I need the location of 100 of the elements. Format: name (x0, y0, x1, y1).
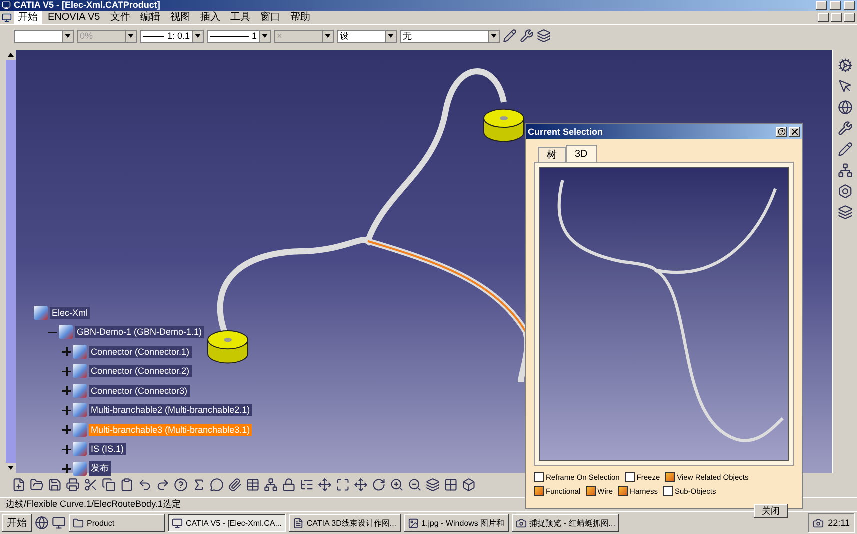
pan-icon[interactable] (354, 478, 368, 492)
paste-icon[interactable] (120, 478, 134, 492)
copy-icon[interactable] (102, 478, 116, 492)
tree-item[interactable]: Connector (Connector.1) (89, 346, 192, 358)
taskbar-button[interactable]: CATIA V5 - [Elec-Xml.CA... (168, 514, 286, 532)
maximize-button[interactable] (830, 1, 841, 10)
wrench-icon[interactable] (520, 29, 534, 43)
close-dialog-button[interactable]: 关闭 (754, 504, 788, 518)
dropdown[interactable] (14, 30, 74, 42)
lock-icon[interactable] (282, 478, 296, 492)
dropdown[interactable]: 设 (337, 30, 397, 42)
cube-icon[interactable] (462, 478, 476, 492)
bolt-icon[interactable] (838, 184, 852, 199)
menu-item[interactable]: 插入 (196, 11, 224, 24)
scroll-down-icon[interactable] (8, 466, 14, 470)
open-folder-icon[interactable] (30, 478, 44, 492)
taskbar-button[interactable]: 捕捉预览 - 红蜻蜓抓图... (512, 514, 620, 532)
save-icon[interactable] (48, 478, 62, 492)
caret-icon (262, 34, 268, 38)
new-file-icon[interactable] (12, 478, 26, 492)
tree-item[interactable]: 发布 (89, 461, 111, 476)
layers-icon[interactable] (838, 205, 852, 220)
close-button[interactable] (844, 13, 855, 22)
menu-item[interactable]: 工具 (226, 11, 254, 24)
move-icon[interactable] (318, 478, 332, 492)
fit-all-icon[interactable] (336, 478, 350, 492)
capture-icon (516, 518, 527, 528)
help-button[interactable] (776, 126, 787, 136)
caret-icon (325, 34, 331, 38)
minimize-button[interactable] (818, 13, 829, 22)
layers-icon[interactable] (537, 29, 551, 43)
product-icon (73, 422, 87, 437)
zoom-out-icon[interactable] (408, 478, 422, 492)
menu-item[interactable]: 帮助 (286, 11, 314, 24)
pencil-icon[interactable] (838, 142, 852, 157)
gear-icon[interactable] (838, 58, 852, 73)
tree-item[interactable]: IS (IS.1) (89, 443, 126, 456)
expand-toggle[interactable] (62, 406, 71, 415)
tree-item[interactable]: GBN-Demo-1 (GBN-Demo-1.1) (75, 326, 204, 338)
minimize-button[interactable] (816, 1, 827, 10)
app-icon (2, 1, 11, 10)
undo-icon[interactable] (138, 478, 152, 492)
product-icon (59, 325, 73, 340)
menu-item[interactable]: 开始 (14, 11, 42, 24)
tab[interactable]: 3D (566, 145, 597, 162)
menu-item[interactable]: 窗口 (256, 11, 284, 24)
dropdown[interactable]: 1 (207, 30, 271, 42)
expand-toggle[interactable] (62, 425, 71, 434)
menu-item[interactable]: 视图 (166, 11, 194, 24)
pointer-icon[interactable] (838, 79, 852, 94)
start-button[interactable]: 开始 (2, 514, 32, 532)
tree-item[interactable]: Multi-branchable2 (Multi-branchable2.1) (89, 404, 252, 416)
product-icon (73, 384, 87, 398)
globe-icon[interactable] (35, 516, 49, 530)
wrench-icon[interactable] (838, 121, 852, 136)
dropdown[interactable]: 1: 0.1 (140, 30, 204, 42)
print-icon[interactable] (66, 478, 80, 492)
menu-item[interactable]: ENOVIA V5 (44, 11, 104, 24)
tree-item[interactable]: Connector (Connector3) (89, 384, 190, 397)
zoom-in-icon[interactable] (390, 478, 404, 492)
network-icon[interactable] (264, 478, 278, 492)
dialog-title: Current Selection (528, 126, 604, 136)
formula-icon[interactable] (192, 478, 206, 492)
taskbar-button[interactable]: Product (69, 514, 165, 532)
expand-toggle[interactable] (62, 347, 71, 356)
globe-icon[interactable] (838, 100, 852, 115)
redo-icon[interactable] (156, 478, 170, 492)
app-icon (2, 12, 12, 22)
connector-cylinder (208, 330, 248, 364)
product-icon (73, 403, 87, 418)
close-button[interactable] (789, 126, 800, 136)
camera-icon[interactable] (813, 518, 824, 528)
monitor-icon[interactable] (52, 516, 66, 530)
grid-icon[interactable] (444, 478, 458, 492)
tree-item[interactable]: Connector (Connector.2) (89, 365, 192, 378)
branch-icon[interactable] (838, 163, 852, 178)
restore-button[interactable] (831, 13, 842, 22)
expand-toggle[interactable] (62, 464, 71, 474)
table-icon[interactable] (246, 478, 260, 492)
tab[interactable]: 树 (538, 147, 566, 162)
dropdown[interactable]: 无 (400, 30, 500, 42)
menu-item[interactable]: 文件 (106, 11, 134, 24)
cut-icon[interactable] (84, 478, 98, 492)
taskbar-button[interactable]: CATIA 3D线束设计作图... (288, 514, 401, 532)
help-icon[interactable] (174, 478, 188, 492)
list-tree-icon[interactable] (300, 478, 314, 492)
image-icon (408, 518, 419, 528)
rotate-icon[interactable] (372, 478, 386, 492)
expand-toggle[interactable] (62, 386, 71, 396)
tree-item[interactable]: Elec-Xml (50, 306, 90, 319)
scroll-up-icon[interactable] (8, 53, 14, 57)
taskbar-button[interactable]: 1.jpg - Windows 图片和 (404, 514, 509, 532)
expand-toggle[interactable] (62, 366, 71, 376)
product-icon (73, 344, 87, 359)
expand-toggle[interactable] (62, 444, 71, 454)
menu-item[interactable]: 编辑 (136, 11, 164, 24)
caret-icon (388, 34, 394, 38)
paperclip-icon[interactable] (228, 478, 242, 492)
close-button[interactable] (844, 1, 855, 10)
speech-bubble-icon[interactable] (210, 478, 224, 492)
